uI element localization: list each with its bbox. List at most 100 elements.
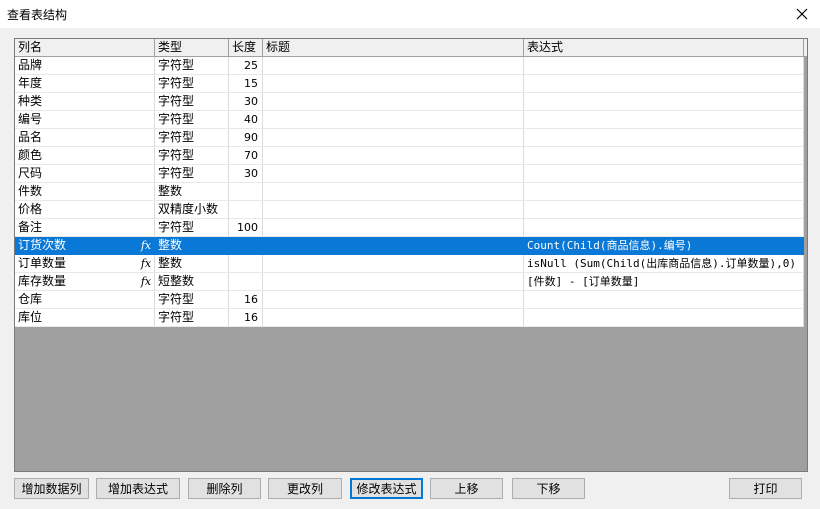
- cell-type[interactable]: 整数: [155, 237, 229, 254]
- cell-length[interactable]: 70: [229, 147, 263, 164]
- cell-length[interactable]: 16: [229, 309, 263, 326]
- cell-column-name[interactable]: 订单数量: [15, 255, 155, 272]
- cell-length[interactable]: 16: [229, 291, 263, 308]
- table-row[interactable]: 尺码 字符型 30: [15, 165, 804, 183]
- cell-column-name[interactable]: 件数: [15, 183, 155, 200]
- cell-type[interactable]: 字符型: [155, 75, 229, 92]
- cell-type[interactable]: 整数: [155, 183, 229, 200]
- cell-title[interactable]: [263, 129, 524, 146]
- cell-column-name[interactable]: 库位: [15, 309, 155, 326]
- cell-title[interactable]: [263, 75, 524, 92]
- add-data-column-button[interactable]: 增加数据列: [14, 478, 89, 499]
- cell-expression[interactable]: [524, 111, 804, 128]
- cell-length[interactable]: 90: [229, 129, 263, 146]
- cell-type[interactable]: 字符型: [155, 219, 229, 236]
- cell-title[interactable]: [263, 165, 524, 182]
- cell-title[interactable]: [263, 201, 524, 218]
- cell-title[interactable]: [263, 309, 524, 326]
- table-row[interactable]: 编号 字符型 40: [15, 111, 804, 129]
- cell-expression[interactable]: [524, 183, 804, 200]
- cell-title[interactable]: [263, 255, 524, 272]
- table-row[interactable]: 订单数量 fx 整数 isNull (Sum(Child(出库商品信息).订单数量),…: [15, 255, 804, 273]
- cell-column-name[interactable]: 订货次数: [15, 237, 155, 254]
- cell-expression[interactable]: isNull (Sum(Child(出库商品信息).订单数量),0): [524, 255, 804, 272]
- cell-expression[interactable]: [524, 129, 804, 146]
- table-row[interactable]: 品名 字符型 90: [15, 129, 804, 147]
- cell-length[interactable]: 30: [229, 165, 263, 182]
- cell-column-name[interactable]: 尺码: [15, 165, 155, 182]
- header-type[interactable]: 类型: [155, 39, 229, 56]
- cell-length[interactable]: 25: [229, 57, 263, 74]
- cell-expression[interactable]: Count(Child(商品信息).编号): [524, 237, 804, 254]
- table-row[interactable]: 种类 字符型 30: [15, 93, 804, 111]
- cell-length[interactable]: 30: [229, 93, 263, 110]
- modify-expression-button[interactable]: 修改表达式: [350, 478, 423, 499]
- cell-title[interactable]: [263, 237, 524, 254]
- cell-column-name[interactable]: 种类: [15, 93, 155, 110]
- print-button[interactable]: 打印: [729, 478, 802, 499]
- table-row[interactable]: 颜色 字符型 70: [15, 147, 804, 165]
- modify-column-button[interactable]: 更改列: [268, 478, 342, 499]
- cell-expression[interactable]: [524, 93, 804, 110]
- table-row[interactable]: 价格 双精度小数: [15, 201, 804, 219]
- cell-column-name[interactable]: 备注: [15, 219, 155, 236]
- cell-column-name[interactable]: 品名: [15, 129, 155, 146]
- close-button[interactable]: [784, 0, 820, 28]
- cell-column-name[interactable]: 年度: [15, 75, 155, 92]
- cell-title[interactable]: [263, 111, 524, 128]
- cell-expression[interactable]: [524, 201, 804, 218]
- cell-title[interactable]: [263, 57, 524, 74]
- cell-length[interactable]: [229, 183, 263, 200]
- cell-expression[interactable]: [524, 309, 804, 326]
- cell-type[interactable]: 字符型: [155, 147, 229, 164]
- cell-type[interactable]: 字符型: [155, 129, 229, 146]
- move-down-button[interactable]: 下移: [512, 478, 585, 499]
- table-row[interactable]: 年度 字符型 15: [15, 75, 804, 93]
- cell-type[interactable]: 双精度小数: [155, 201, 229, 218]
- table-row[interactable]: 订货次数 fx 整数 Count(Child(商品信息).编号): [15, 237, 804, 255]
- header-name[interactable]: 列名: [15, 39, 155, 56]
- cell-title[interactable]: [263, 273, 524, 290]
- cell-type[interactable]: 字符型: [155, 165, 229, 182]
- header-expression[interactable]: 表达式: [524, 39, 804, 56]
- cell-type[interactable]: 整数: [155, 255, 229, 272]
- table-row[interactable]: 仓库 字符型 16: [15, 291, 804, 309]
- cell-expression[interactable]: [524, 165, 804, 182]
- cell-type[interactable]: 短整数: [155, 273, 229, 290]
- table-row[interactable]: 库存数量 fx 短整数 [件数] - [订单数量]: [15, 273, 804, 291]
- cell-length[interactable]: [229, 255, 263, 272]
- cell-title[interactable]: [263, 147, 524, 164]
- cell-title[interactable]: [263, 219, 524, 236]
- cell-length[interactable]: [229, 273, 263, 290]
- cell-expression[interactable]: [524, 147, 804, 164]
- cell-expression[interactable]: [524, 57, 804, 74]
- move-up-button[interactable]: 上移: [430, 478, 503, 499]
- cell-length[interactable]: 100: [229, 219, 263, 236]
- cell-type[interactable]: 字符型: [155, 93, 229, 110]
- cell-title[interactable]: [263, 93, 524, 110]
- cell-length[interactable]: 40: [229, 111, 263, 128]
- cell-length[interactable]: [229, 237, 263, 254]
- add-expression-button[interactable]: 增加表达式: [96, 478, 180, 499]
- cell-expression[interactable]: [524, 291, 804, 308]
- cell-column-name[interactable]: 品牌: [15, 57, 155, 74]
- cell-column-name[interactable]: 颜色: [15, 147, 155, 164]
- cell-title[interactable]: [263, 183, 524, 200]
- cell-column-name[interactable]: 仓库: [15, 291, 155, 308]
- cell-expression[interactable]: [件数] - [订单数量]: [524, 273, 804, 290]
- cell-column-name[interactable]: 库存数量: [15, 273, 155, 290]
- header-title[interactable]: 标题: [263, 39, 524, 56]
- cell-type[interactable]: 字符型: [155, 111, 229, 128]
- cell-type[interactable]: 字符型: [155, 57, 229, 74]
- cell-expression[interactable]: [524, 219, 804, 236]
- cell-length[interactable]: 15: [229, 75, 263, 92]
- cell-type[interactable]: 字符型: [155, 309, 229, 326]
- cell-type[interactable]: 字符型: [155, 291, 229, 308]
- cell-expression[interactable]: [524, 75, 804, 92]
- table-row[interactable]: 件数 整数: [15, 183, 804, 201]
- cell-column-name[interactable]: 价格: [15, 201, 155, 218]
- cell-title[interactable]: [263, 291, 524, 308]
- structure-grid[interactable]: 列名 类型 长度 标题 表达式 品牌 字符型 25 年度 字符型 15 种类 字符型 30 编号字…: [14, 38, 808, 472]
- table-row[interactable]: 库位 字符型 16: [15, 309, 804, 327]
- delete-column-button[interactable]: 删除列: [188, 478, 261, 499]
